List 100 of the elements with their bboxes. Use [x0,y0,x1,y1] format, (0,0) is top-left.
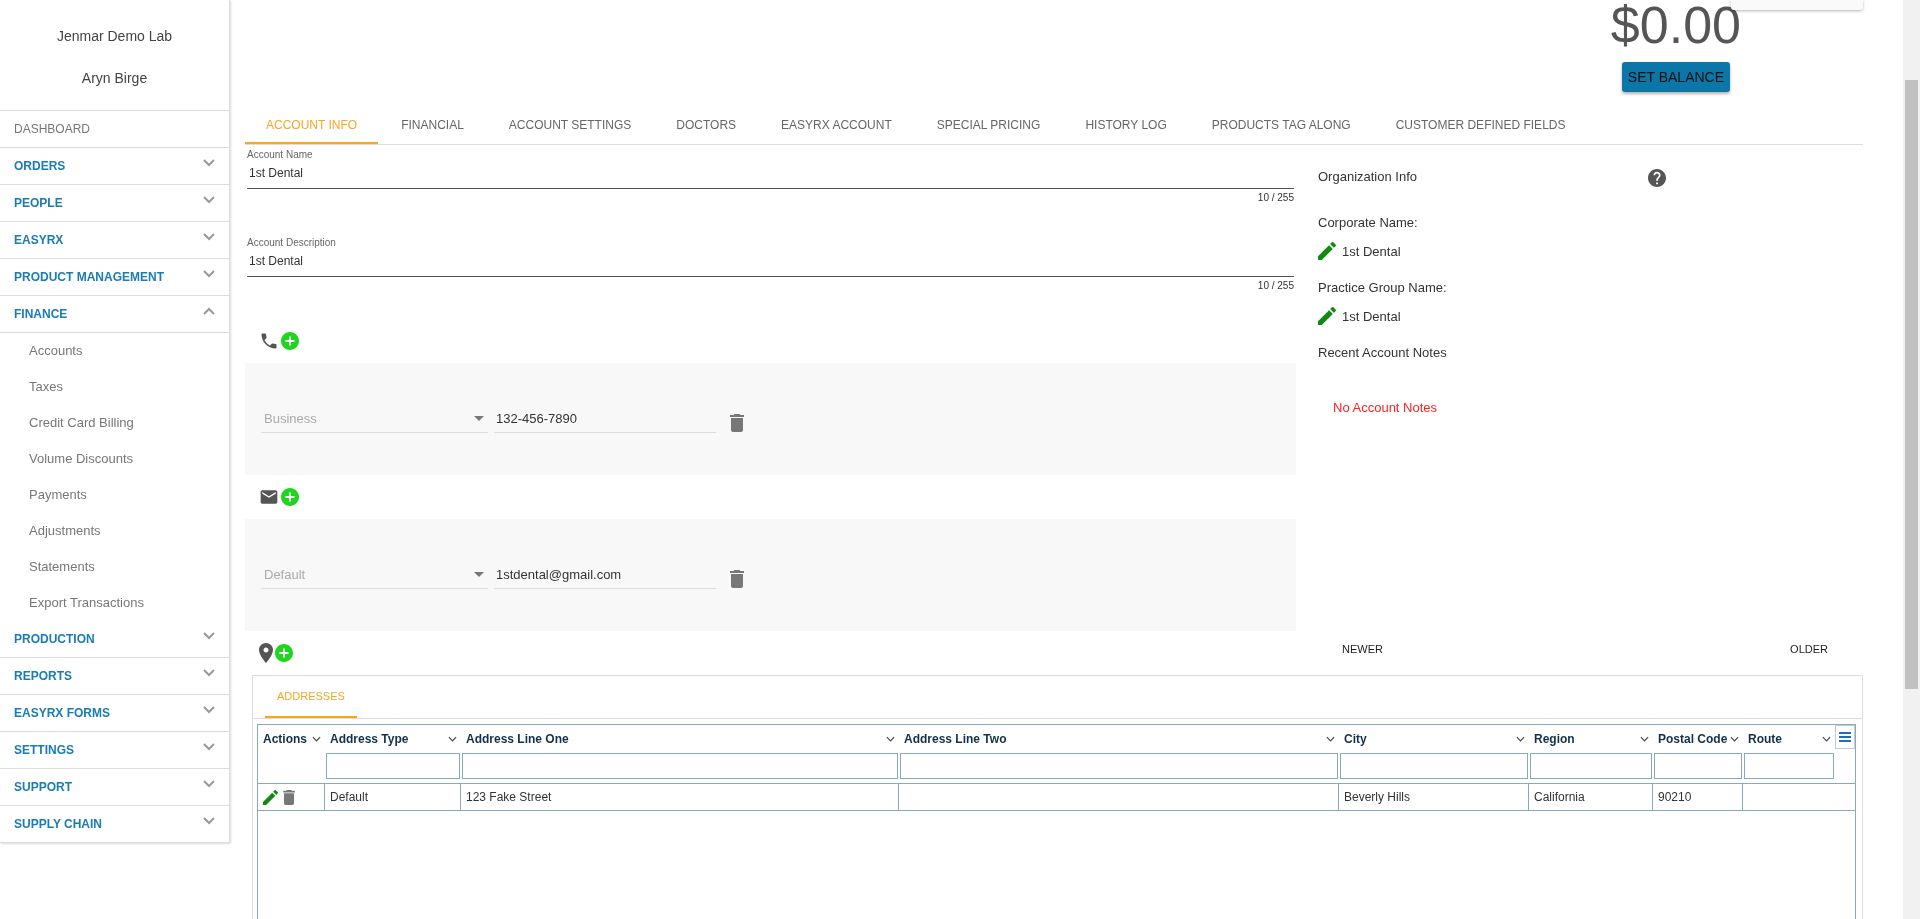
chevron-down-icon[interactable] [448,736,457,742]
scrollbar[interactable] [1903,0,1920,919]
nav-section[interactable]: EASYRX [0,222,229,259]
location-pin-icon [259,643,273,663]
tab[interactable]: PRODUCTS TAG ALONG [1189,108,1373,144]
nav-subitem[interactable]: Accounts [0,333,229,369]
balance-amount: $0.00 [1610,0,1741,50]
nav-section-label[interactable]: PEOPLE [14,196,63,210]
nav-subitem[interactable]: Taxes [0,369,229,405]
nav-section[interactable]: REPORTS [0,658,229,695]
nav-subitem[interactable]: Volume Discounts [0,441,229,477]
newer-button[interactable]: NEWER [1342,643,1383,655]
field-label: Account Name [247,149,314,160]
column-header[interactable]: Region [1534,732,1575,746]
table-cell: California [1534,790,1585,804]
tab[interactable]: CUSTOMER DEFINED FIELDS [1373,108,1588,144]
menu-button[interactable] [1835,725,1855,749]
user-name: Aryn Birge [80,70,149,86]
field-label: Practice Group Name: [1318,280,1448,295]
filter-field[interactable] [900,753,1338,779]
nav-subitem[interactable]: Credit Card Billing [0,405,229,441]
nav-section-label[interactable]: PRODUCTION [14,632,95,646]
contact-field[interactable]: 1stdental@gmail.com [494,561,716,589]
nav-section[interactable]: PRODUCTION [0,621,229,658]
nav-section[interactable]: ORDERS [0,148,229,185]
nav-section-label[interactable]: FINANCE [14,307,68,321]
nav-section[interactable]: PRODUCT MANAGEMENT [0,259,229,296]
chevron-down-icon[interactable] [1516,736,1525,742]
filter-field[interactable] [1340,753,1528,779]
text-field[interactable]: 1st Dental [247,248,1294,277]
older-button[interactable]: OLDER [1790,643,1828,655]
nav-link[interactable]: DASHBOARD [0,111,229,148]
nav-subitem[interactable]: Payments [0,477,229,513]
nav-section[interactable]: EASYRX FORMS [0,695,229,732]
filter-field[interactable] [1654,753,1742,779]
nav-section-label[interactable]: EASYRX FORMS [14,706,110,720]
tab[interactable]: DOCTORS [654,108,759,144]
set-balance-button[interactable]: SET BALANCE [1621,62,1731,92]
nav-section[interactable]: PEOPLE [0,185,229,222]
nav-section-label[interactable]: EASYRX [14,233,64,247]
table-cell: 90210 [1658,790,1692,804]
chevron-down-icon[interactable] [1640,736,1649,742]
column-header[interactable]: Actions [263,732,307,746]
pencil-icon[interactable] [1318,242,1336,260]
lab-name: Jenmar Demo Lab [55,28,174,44]
chevron-down-icon[interactable] [886,736,895,742]
nav-section-label[interactable]: ORDERS [14,159,66,173]
pencil-icon[interactable] [263,789,278,805]
chevron-down-icon[interactable] [312,736,321,742]
table-cell: 123 Fake Street [466,790,552,804]
phone-icon [259,331,279,351]
caret-icon[interactable] [474,572,484,577]
chevron-down-icon[interactable] [1730,736,1739,742]
pencil-icon[interactable] [1318,307,1336,325]
nav-section-label[interactable]: SETTINGS [14,743,74,757]
nav-section[interactable]: FINANCE [0,296,229,333]
nav-section[interactable]: SUPPORT [0,769,229,806]
section-title: Organization Info [1318,168,1418,184]
trash-icon[interactable] [730,414,744,432]
nav-section-label[interactable]: PRODUCT MANAGEMENT [14,270,164,284]
trash-icon[interactable] [730,570,744,588]
table-cell: Default [330,790,369,804]
nav-section-label[interactable]: REPORTS [14,669,72,683]
nav-section[interactable]: SETTINGS [0,732,229,769]
column-header[interactable]: Address Line Two [904,732,1007,746]
column-header[interactable]: Address Line One [466,732,569,746]
menu-icon[interactable] [1839,732,1851,742]
filter-field[interactable] [1744,753,1834,779]
column-header[interactable]: City [1344,732,1367,746]
text-field[interactable]: 1st Dental [247,160,1294,189]
envelope-icon [259,487,279,507]
section-title: Recent Account Notes [1318,345,1448,360]
character-counter: 10 / 255 [1256,191,1294,203]
filter-field[interactable] [326,753,460,779]
tab[interactable]: FINANCIAL [379,108,486,144]
field-label: Account Description [247,237,337,248]
nav-subitem[interactable]: Statements [0,549,229,585]
table-cell: Beverly Hills [1344,790,1410,804]
nav-subitem[interactable]: Export Transactions [0,585,229,621]
tab[interactable]: SPECIAL PRICING [914,108,1063,144]
character-counter: 10 / 255 [1256,279,1294,291]
caret-icon[interactable] [474,416,484,421]
chevron-down-icon[interactable] [1326,736,1335,742]
nav-section[interactable]: SUPPLY CHAIN [0,806,229,843]
tab[interactable]: HISTORY LOG [1063,108,1189,144]
nav-section-label[interactable]: SUPPLY CHAIN [14,817,103,831]
contact-field[interactable]: 132-456-7890 [494,405,716,433]
column-header[interactable]: Address Type [330,732,409,746]
nav-subitem[interactable]: Adjustments [0,513,229,549]
chevron-down-icon[interactable] [1822,736,1831,742]
filter-field[interactable] [1530,753,1652,779]
column-header[interactable]: Postal Code [1658,732,1728,746]
trash-icon[interactable] [283,789,295,805]
tab[interactable]: EASYRX ACCOUNT [759,108,914,144]
empty-message: No Account Notes [1333,400,1439,415]
tab[interactable]: ACCOUNT SETTINGS [486,108,654,144]
column-header[interactable]: Route [1748,732,1782,746]
filter-field[interactable] [462,753,898,779]
nav-section-label[interactable]: SUPPORT [14,780,72,794]
help-icon[interactable] [1648,169,1666,187]
